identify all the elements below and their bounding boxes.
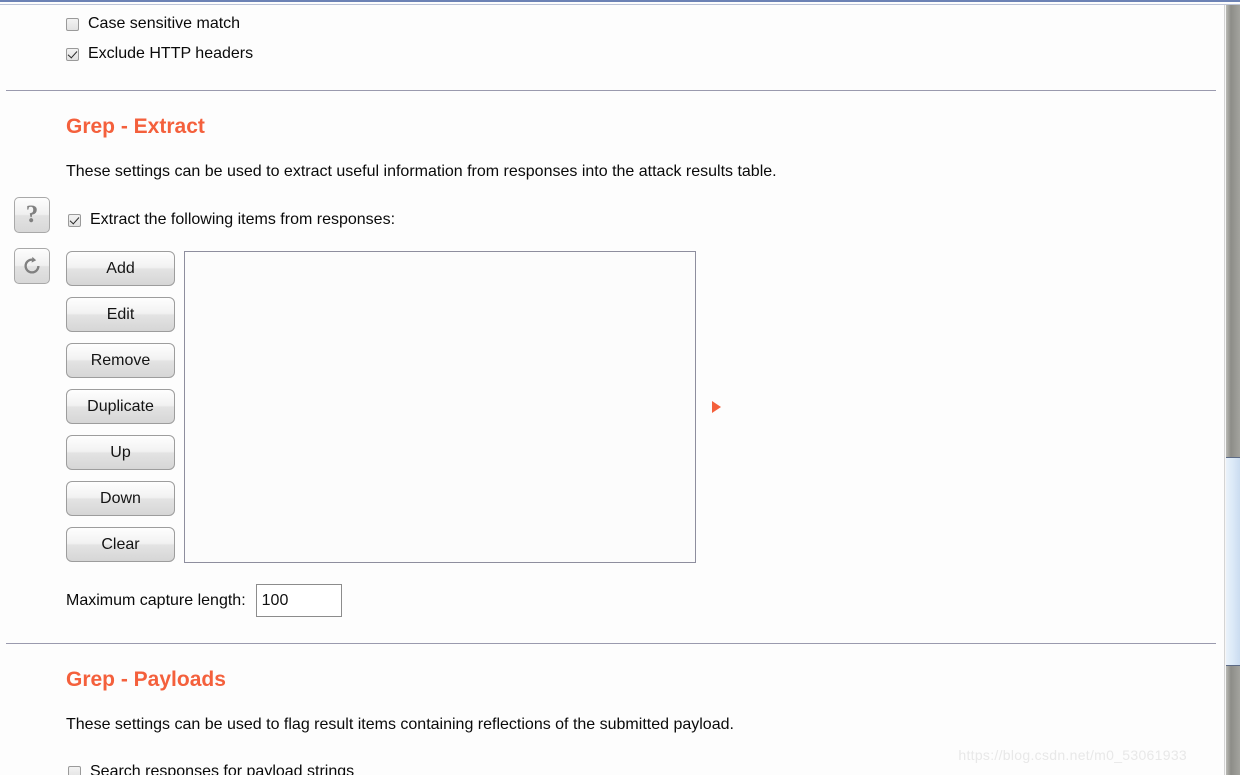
max-capture-length-row: Maximum capture length: — [0, 584, 1224, 617]
match-options-section: Case sensitive match Exclude HTTP header… — [0, 5, 1224, 69]
scrollbar-track-lower[interactable] — [1226, 666, 1240, 775]
scrollbar-thumb[interactable] — [1226, 457, 1240, 666]
grep-payloads-description: These settings can be used to flag resul… — [66, 716, 734, 733]
add-button[interactable]: Add — [66, 251, 175, 286]
extract-panel-expander[interactable] — [696, 251, 736, 563]
search-payload-strings-checkbox[interactable] — [68, 765, 81, 775]
scrollbar-track-upper[interactable] — [1226, 5, 1240, 457]
exclude-http-headers-row[interactable]: Exclude HTTP headers — [0, 39, 1224, 69]
vertical-scrollbar[interactable] — [1224, 5, 1240, 775]
max-capture-length-label: Maximum capture length: — [66, 591, 246, 609]
remove-button[interactable]: Remove — [66, 343, 175, 378]
extract-items-list[interactable] — [184, 251, 696, 563]
up-button[interactable]: Up — [66, 435, 175, 470]
grep-payloads-title: Grep - Payloads — [66, 668, 226, 691]
grep-extract-gutter: ? — [14, 197, 50, 299]
extract-button-column: Add Edit Remove Duplicate Up Down Clear — [66, 251, 175, 563]
grep-extract-help-icon[interactable]: ? — [14, 197, 50, 233]
burp-intruder-options-panel: Case sensitive match Exclude HTTP header… — [0, 5, 1224, 775]
extract-items-row[interactable]: Extract the following items from respons… — [0, 208, 1224, 232]
question-mark-icon: ? — [25, 200, 39, 228]
max-capture-length-input[interactable] — [255, 584, 342, 617]
refresh-icon — [24, 256, 40, 274]
right-triangle-icon[interactable] — [711, 401, 721, 413]
search-payload-strings-label: Search responses for payload strings — [90, 763, 355, 775]
clear-button[interactable]: Clear — [66, 527, 175, 562]
edit-button[interactable]: Edit — [66, 297, 175, 332]
exclude-http-headers-label: Exclude HTTP headers — [88, 45, 254, 62]
grep-extract-description: These settings can be used to extract us… — [66, 163, 777, 180]
case-sensitive-match-checkbox[interactable] — [66, 17, 79, 31]
extract-items-checkbox[interactable] — [68, 213, 81, 227]
case-sensitive-match-row[interactable]: Case sensitive match — [0, 9, 1224, 39]
down-button[interactable]: Down — [66, 481, 175, 516]
grep-extract-title: Grep - Extract — [66, 115, 205, 138]
grep-extract-restore-defaults-icon[interactable] — [14, 248, 50, 284]
duplicate-button[interactable]: Duplicate — [66, 389, 175, 424]
extract-body: Add Edit Remove Duplicate Up Down Clear — [0, 251, 1224, 563]
watermark: https://blog.csdn.net/m0_53061933 — [958, 747, 1187, 763]
exclude-http-headers-checkbox[interactable] — [66, 47, 79, 61]
case-sensitive-match-label: Case sensitive match — [88, 15, 241, 32]
extract-items-label: Extract the following items from respons… — [90, 211, 396, 228]
grep-extract-section: ? Grep - Extract These settings can be u… — [0, 91, 1224, 643]
